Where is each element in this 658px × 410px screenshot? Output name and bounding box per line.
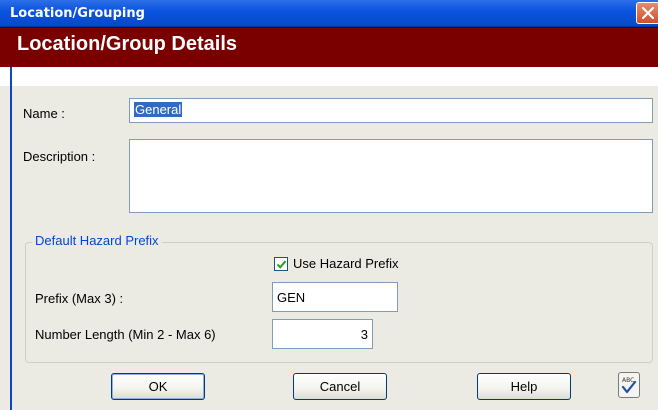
name-label: Name : [23,106,65,121]
window-title: Location/Grouping [10,6,145,21]
page-title: Location/Group Details [17,33,238,55]
close-icon [642,7,654,19]
description-input[interactable] [129,139,653,213]
prefix-label: Prefix (Max 3) : [35,291,124,306]
svg-text:ABC: ABC [622,377,634,384]
use-hazard-prefix-checkbox[interactable] [274,257,288,271]
prefix-input[interactable] [272,282,398,312]
help-button[interactable]: Help [477,373,571,400]
cancel-button[interactable]: Cancel [293,373,387,400]
group-title: Default Hazard Prefix [32,233,162,248]
name-value: General [134,102,183,117]
close-button[interactable] [636,2,658,24]
name-input[interactable]: General [129,98,653,123]
description-label: Description : [23,149,96,164]
title-bar[interactable]: Location/Grouping [0,0,658,27]
checkmark-icon [276,260,287,269]
use-hazard-prefix-label[interactable]: Use Hazard Prefix [293,256,398,271]
ok-button[interactable]: OK [111,373,205,400]
number-length-input[interactable] [272,319,373,349]
window-left-border [10,67,12,410]
spellcheck-button[interactable]: ABC [618,372,640,398]
spellcheck-icon: ABC [621,377,637,394]
number-length-label: Number Length (Min 2 - Max 6) [35,327,216,342]
location-grouping-dialog: Location/Grouping Location/Group Details… [0,0,658,410]
header-band: Location/Group Details [0,27,658,67]
